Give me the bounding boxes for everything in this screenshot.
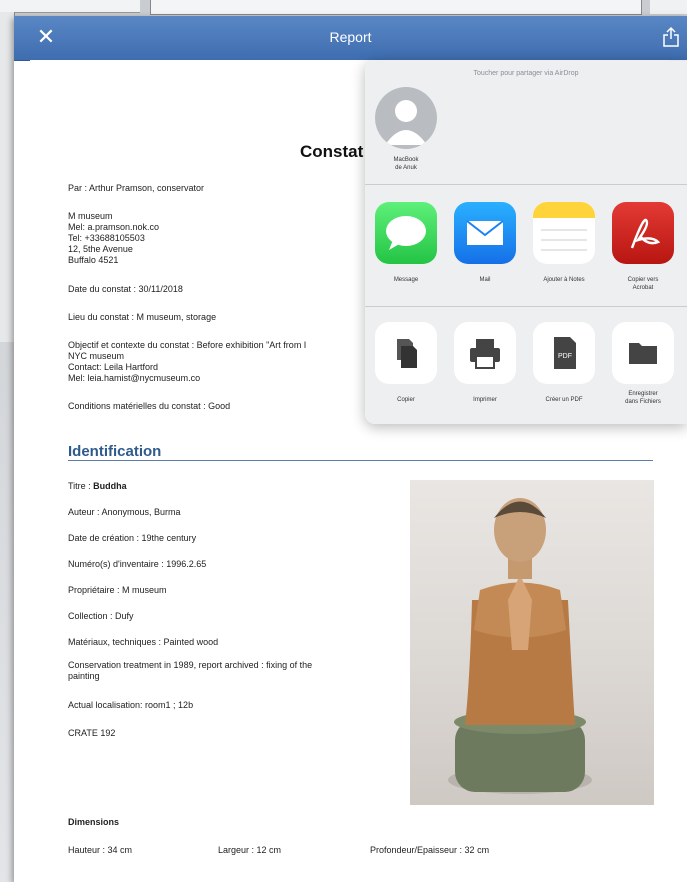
contact-line: 12, 5the Avenue bbox=[68, 244, 133, 254]
airdrop-hint: Toucher pour partager via AirDrop bbox=[473, 70, 579, 77]
person-icon bbox=[385, 100, 427, 145]
share-app-label: Message bbox=[393, 277, 419, 283]
report-date: Date du constat : 30/11/2018 bbox=[68, 284, 183, 294]
object-owner: Propriétaire : M museum bbox=[68, 585, 167, 595]
action-print[interactable] bbox=[454, 322, 516, 384]
objective-line: Mel: leia.hamist@nycmuseum.co bbox=[68, 373, 201, 383]
section-divider bbox=[68, 460, 653, 461]
notes-icon bbox=[533, 202, 595, 251]
print-icon bbox=[470, 339, 500, 369]
divider bbox=[365, 306, 687, 307]
object-treatment: painting bbox=[68, 671, 100, 681]
objective-line: Objectif et contexte du constat : Before… bbox=[68, 340, 307, 350]
object-photo bbox=[410, 480, 654, 805]
share-app-acrobat[interactable] bbox=[612, 202, 674, 264]
object-title-label: Titre : bbox=[68, 481, 94, 491]
copy-icon bbox=[397, 339, 417, 368]
share-sheet: Toucher pour partager via AirDrop MacBoo… bbox=[365, 60, 687, 424]
identification-heading: Identification bbox=[68, 443, 162, 460]
acrobat-icon bbox=[630, 218, 661, 249]
share-app-label-line: Copier vers bbox=[627, 277, 659, 283]
object-author: Auteur : Anonymous, Burma bbox=[68, 507, 181, 517]
report-author: Par : Arthur Pramson, conservator bbox=[68, 183, 205, 193]
report-place: Lieu du constat : M museum, storage bbox=[68, 312, 217, 322]
airdrop-name-line: de Anuk bbox=[395, 165, 417, 171]
folder-icon bbox=[629, 343, 657, 364]
airdrop-avatar[interactable] bbox=[375, 87, 437, 149]
share-app-label: Ajouter à Notes bbox=[543, 277, 585, 283]
object-crate: CRATE 192 bbox=[68, 728, 116, 738]
airdrop-name-line: MacBook bbox=[393, 157, 419, 163]
background-window bbox=[650, 0, 687, 14]
navigation-bar: ✕ Report bbox=[14, 16, 687, 61]
object-collection: Collection : Dufy bbox=[68, 611, 134, 621]
action-copy[interactable] bbox=[375, 322, 437, 384]
action-label: Enregistrer dans Fichiers bbox=[605, 390, 681, 406]
action-label: Imprimer bbox=[473, 397, 497, 403]
background-window bbox=[0, 0, 140, 13]
background-window bbox=[150, 0, 642, 15]
objective-line: Contact: Leila Hartford bbox=[68, 362, 159, 372]
object-title: Titre : Buddha bbox=[68, 481, 127, 491]
action-save-files[interactable] bbox=[612, 322, 674, 384]
contact-line: Mel: a.pramson.nok.co bbox=[68, 222, 160, 232]
report-conditions: Conditions matérielles du constat : Good bbox=[68, 401, 231, 411]
action-create-pdf[interactable]: PDF bbox=[533, 322, 595, 384]
dimensions-heading: Dimensions bbox=[68, 817, 120, 827]
divider bbox=[365, 184, 687, 185]
action-label: Copier bbox=[397, 397, 415, 403]
airdrop-label: MacBook de Anuk bbox=[375, 156, 437, 172]
object-materials: Matériaux, techniques : Painted wood bbox=[68, 637, 219, 647]
share-app-label-line: Acrobat bbox=[632, 285, 654, 291]
share-icon[interactable] bbox=[662, 26, 680, 48]
action-label: Créer un PDF bbox=[545, 397, 583, 403]
contact-line: Tel: +33688105503 bbox=[68, 233, 145, 243]
pdf-icon-text: PDF bbox=[558, 353, 572, 360]
share-app-mail[interactable] bbox=[454, 202, 516, 264]
share-app-notes[interactable] bbox=[533, 202, 595, 264]
share-app-message[interactable] bbox=[375, 202, 437, 264]
object-creation-date: Date de création : 19the century bbox=[68, 533, 197, 543]
action-label-line: Enregistrer bbox=[628, 391, 658, 397]
objective-line: NYC museum bbox=[68, 351, 125, 361]
object-location: Actual localisation: room1 ; 12b bbox=[68, 700, 194, 710]
pdf-icon: PDF bbox=[554, 337, 576, 369]
background-window bbox=[0, 12, 15, 342]
report-title: Constat bbox=[300, 142, 364, 161]
object-title-value: Buddha bbox=[93, 481, 127, 491]
object-inventory: Numéro(s) d'inventaire : 1996.2.65 bbox=[68, 559, 207, 569]
dimension-depth: Profondeur/Epaisseur : 32 cm bbox=[370, 845, 490, 855]
share-app-label: Mail bbox=[479, 277, 491, 283]
nav-title: Report bbox=[329, 29, 372, 45]
share-app-label: Copier vers Acrobat bbox=[605, 276, 681, 292]
dimension-width: Largeur : 12 cm bbox=[218, 845, 282, 855]
object-treatment: Conservation treatment in 1989, report a… bbox=[68, 660, 313, 670]
dimension-height: Hauteur : 34 cm bbox=[68, 845, 133, 855]
message-icon bbox=[386, 216, 426, 250]
contact-line: M museum bbox=[68, 211, 113, 221]
contact-line: Buffalo 4521 bbox=[68, 255, 119, 265]
action-label-line: dans Fichiers bbox=[625, 399, 661, 405]
mail-icon bbox=[466, 220, 504, 245]
